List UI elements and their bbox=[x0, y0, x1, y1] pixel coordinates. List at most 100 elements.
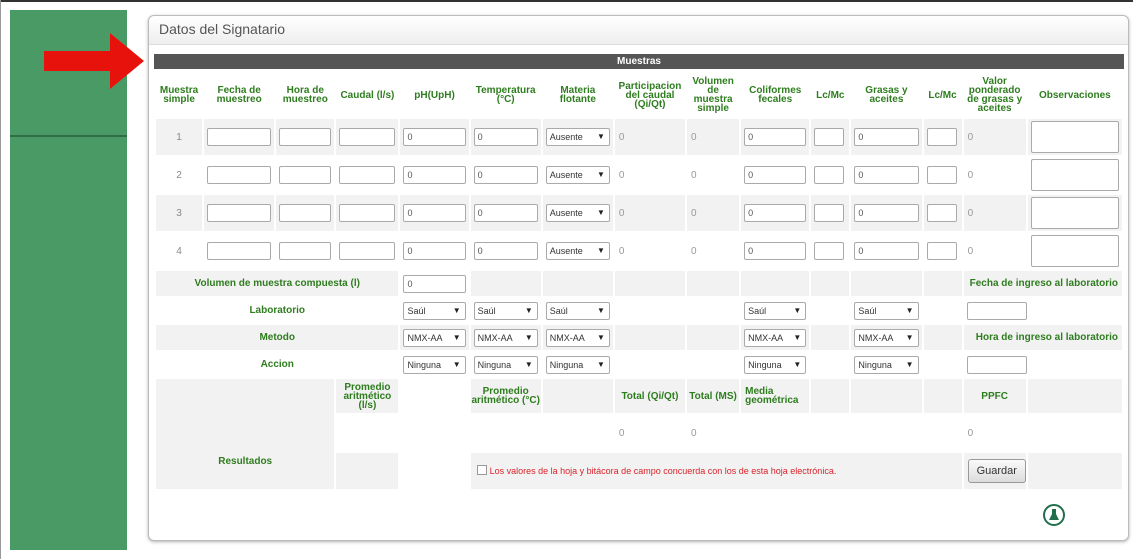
observaciones-textarea[interactable] bbox=[1030, 159, 1119, 191]
coliformes-input[interactable]: 0 bbox=[744, 204, 807, 222]
total-qi-label: Total (Qi/Qt) bbox=[614, 379, 686, 413]
col-fecha-muestreo: Fecha de muestreo bbox=[204, 73, 275, 117]
grasas-input[interactable]: 0 bbox=[854, 242, 919, 260]
ph-input[interactable]: 0 bbox=[403, 128, 466, 146]
lcmc-input[interactable] bbox=[926, 128, 957, 146]
caudal-input[interactable] bbox=[339, 166, 396, 184]
hora-input[interactable] bbox=[279, 166, 332, 184]
grasas-input[interactable]: 0 bbox=[854, 204, 919, 222]
laboratorio-select-grasas[interactable]: Saúl ▼ bbox=[854, 301, 919, 320]
accion-select-temp[interactable]: Ninguna ▼ bbox=[473, 355, 538, 374]
promedio-caudal-label: Promedio aritmético (l/s) bbox=[336, 379, 399, 413]
observaciones-textarea[interactable] bbox=[1030, 235, 1119, 267]
col-grasas: Grasas y aceites bbox=[851, 73, 922, 117]
chevron-down-icon: ▼ bbox=[452, 359, 461, 369]
ph-input[interactable]: 0 bbox=[403, 242, 466, 260]
lcmc-input[interactable] bbox=[926, 204, 957, 222]
col-caudal: Caudal (l/s) bbox=[336, 73, 399, 117]
ph-input[interactable]: 0 bbox=[403, 204, 466, 222]
materia-value: Ausente bbox=[549, 170, 583, 180]
metodo-select-materia[interactable]: NMX-AA ▼ bbox=[545, 328, 610, 347]
materia-flotante-select[interactable]: Ausente ▼ bbox=[545, 204, 610, 222]
caudal-input[interactable] bbox=[339, 204, 396, 222]
media-geometrica-label: Media geométrica bbox=[741, 379, 810, 413]
hora-ingreso-input[interactable] bbox=[966, 355, 1027, 374]
confirm-checkbox[interactable] bbox=[476, 465, 487, 475]
temperatura-input[interactable]: 0 bbox=[473, 204, 538, 222]
lcmc-input[interactable] bbox=[926, 166, 957, 184]
lcmc-input[interactable] bbox=[926, 242, 957, 260]
hora-input[interactable] bbox=[279, 242, 332, 260]
fecha-input[interactable] bbox=[207, 166, 272, 184]
caudal-input[interactable] bbox=[339, 128, 396, 146]
materia-value: Ausente bbox=[549, 246, 583, 256]
fecha-input[interactable] bbox=[207, 242, 272, 260]
lcmc-input[interactable] bbox=[814, 242, 845, 260]
resultados-header-row: Resultados Promedio aritmético (l/s) Pro… bbox=[156, 379, 1122, 489]
accion-select-grasas[interactable]: Ninguna ▼ bbox=[854, 355, 919, 374]
lcmc-input[interactable] bbox=[814, 204, 845, 222]
col-volumen-muestra: Volumen de muestra simple bbox=[687, 73, 740, 117]
grasas-input[interactable]: 0 bbox=[854, 166, 919, 184]
metodo-select-temp[interactable]: NMX-AA ▼ bbox=[473, 328, 538, 347]
accion-select-ph[interactable]: Ninguna ▼ bbox=[403, 355, 466, 374]
col-lcmc-2: Lc/Mc bbox=[923, 73, 962, 117]
metodo-value: NMX-AA bbox=[477, 332, 513, 343]
laboratorio-select-temp[interactable]: Saúl ▼ bbox=[473, 301, 538, 320]
materia-flotante-select[interactable]: Ausente ▼ bbox=[545, 166, 610, 184]
observaciones-textarea[interactable] bbox=[1030, 197, 1119, 229]
col-materia-flotante: Materia flotante bbox=[542, 73, 613, 117]
volumen-compuesta-input[interactable]: 0 bbox=[403, 274, 466, 293]
caudal-input[interactable] bbox=[339, 242, 396, 260]
ph-input[interactable]: 0 bbox=[403, 166, 466, 184]
col-lcmc-1: Lc/Mc bbox=[811, 73, 850, 117]
temperatura-input[interactable]: 0 bbox=[473, 128, 538, 146]
participacion-value: 0 bbox=[614, 157, 686, 193]
chevron-down-icon: ▼ bbox=[905, 359, 914, 369]
ppfc-label: PPFC bbox=[963, 379, 1026, 413]
lcmc-input[interactable] bbox=[814, 166, 845, 184]
hora-input[interactable] bbox=[279, 204, 332, 222]
guardar-button[interactable]: Guardar bbox=[967, 459, 1026, 483]
laboratorio-select-coliformes[interactable]: Saúl ▼ bbox=[744, 301, 807, 320]
accion-select-materia[interactable]: Ninguna ▼ bbox=[545, 355, 610, 374]
metodo-select-grasas[interactable]: NMX-AA ▼ bbox=[854, 328, 919, 347]
laboratorio-select-ph[interactable]: Saúl ▼ bbox=[403, 301, 466, 320]
coliformes-input[interactable]: 0 bbox=[744, 128, 807, 146]
materia-flotante-select[interactable]: Ausente ▼ bbox=[545, 128, 610, 146]
hora-input[interactable] bbox=[279, 128, 332, 146]
temperatura-input[interactable]: 0 bbox=[473, 242, 538, 260]
fecha-input[interactable] bbox=[207, 128, 272, 146]
table-row: 2 0 0 Ausente ▼ 0 0 0 0 0 bbox=[156, 157, 1122, 193]
total-qi-value: 0 bbox=[614, 415, 686, 451]
accion-row: Accion Ninguna ▼ Ninguna ▼ Ninguna ▼ Ningun… bbox=[156, 352, 1122, 377]
coliformes-input[interactable]: 0 bbox=[744, 242, 807, 260]
fecha-input[interactable] bbox=[207, 204, 272, 222]
participacion-value: 0 bbox=[614, 119, 686, 155]
laboratorio-value: Saúl bbox=[858, 305, 877, 316]
sidebar-divider bbox=[10, 135, 127, 137]
temperatura-value: 0 bbox=[477, 246, 483, 256]
lcmc-input[interactable] bbox=[814, 128, 845, 146]
laboratorio-select-materia[interactable]: Saúl ▼ bbox=[545, 301, 610, 320]
chevron-down-icon: ▼ bbox=[524, 332, 533, 342]
accion-value: Ninguna bbox=[477, 359, 512, 370]
flask-icon[interactable] bbox=[1043, 504, 1065, 526]
accion-select-coliformes[interactable]: Ninguna ▼ bbox=[744, 355, 807, 374]
metodo-select-coliformes[interactable]: NMX-AA ▼ bbox=[744, 328, 807, 347]
row-number: 2 bbox=[156, 157, 203, 193]
coliformes-input[interactable]: 0 bbox=[744, 166, 807, 184]
grasas-input[interactable]: 0 bbox=[854, 128, 919, 146]
total-ms-label: Total (MS) bbox=[687, 379, 740, 413]
metodo-select-ph[interactable]: NMX-AA ▼ bbox=[403, 328, 466, 347]
materia-flotante-select[interactable]: Ausente ▼ bbox=[545, 242, 610, 260]
observaciones-textarea[interactable] bbox=[1030, 121, 1119, 153]
fecha-ingreso-input[interactable] bbox=[966, 301, 1027, 320]
valor-ponderado-value: 0 bbox=[963, 233, 1026, 269]
header-row: Muestra simple Fecha de muestreo Hora de… bbox=[156, 73, 1122, 117]
accion-value: Ninguna bbox=[748, 359, 782, 370]
confirm-checkbox-label[interactable]: Los valores de la hoja y bitácora de cam… bbox=[476, 465, 836, 476]
chevron-down-icon: ▼ bbox=[524, 305, 533, 315]
participacion-value: 0 bbox=[614, 233, 686, 269]
temperatura-input[interactable]: 0 bbox=[473, 166, 538, 184]
